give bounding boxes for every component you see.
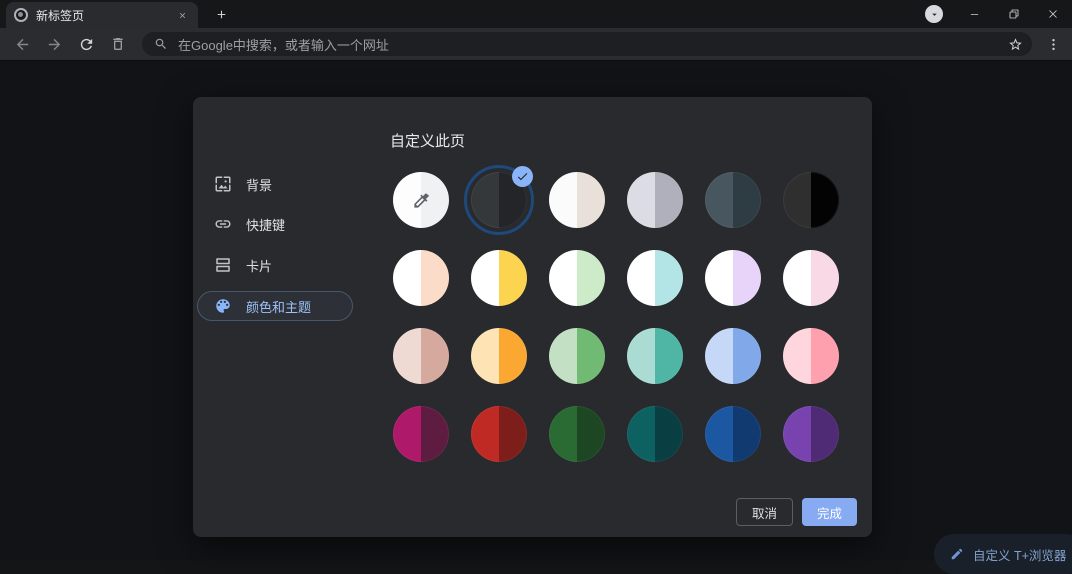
close-window-button[interactable]: [1033, 0, 1072, 28]
window-controls: [913, 0, 1072, 28]
theme-swatch[interactable]: [549, 406, 605, 462]
browser-tab[interactable]: 新标签页: [6, 2, 198, 28]
theme-swatch[interactable]: [393, 406, 449, 462]
forward-button[interactable]: [40, 30, 68, 58]
bookmark-star-icon[interactable]: [1004, 33, 1026, 55]
theme-swatch[interactable]: [783, 328, 839, 384]
theme-swatch[interactable]: [471, 406, 527, 462]
sidebar-item-label: 卡片: [246, 258, 273, 274]
pencil-icon: [950, 547, 964, 561]
selected-check-icon: [512, 166, 533, 187]
theme-swatch[interactable]: [783, 250, 839, 306]
sidebar-item-label: 颜色和主题: [246, 299, 312, 315]
sidebar-item-colors-theme[interactable]: 颜色和主题: [197, 291, 353, 321]
theme-swatch-grid: [393, 165, 839, 462]
browser-menu-icon[interactable]: [1040, 31, 1066, 57]
theme-swatch[interactable]: [783, 172, 839, 228]
theme-swatch[interactable]: [783, 406, 839, 462]
sidebar-item-cards[interactable]: 卡片: [197, 250, 353, 280]
theme-swatch[interactable]: [705, 172, 761, 228]
palette-icon: [214, 297, 232, 315]
theme-swatch[interactable]: [393, 328, 449, 384]
theme-swatch[interactable]: [471, 328, 527, 384]
omnibox-placeholder: 在Google中搜索，或者输入一个网址: [178, 37, 389, 53]
dialog-footer: 取消 完成: [735, 498, 857, 526]
restore-button[interactable]: [994, 0, 1033, 28]
omnibox[interactable]: 在Google中搜索，或者输入一个网址: [142, 32, 1032, 56]
customize-page-label: 自定义 T+浏览器: [973, 548, 1067, 563]
tab-close-icon[interactable]: [174, 7, 190, 23]
cards-icon: [214, 256, 232, 274]
minimize-button[interactable]: [955, 0, 994, 28]
wallpaper-icon: [214, 175, 232, 193]
sidebar-item-background[interactable]: 背景: [197, 169, 353, 199]
theme-swatch[interactable]: [627, 328, 683, 384]
theme-swatch[interactable]: [549, 328, 605, 384]
theme-swatch[interactable]: [627, 406, 683, 462]
reload-button[interactable]: [72, 30, 100, 58]
tab-strip: 新标签页: [0, 0, 1072, 28]
theme-swatch[interactable]: [549, 250, 605, 306]
customize-page-button[interactable]: 自定义 T+浏览器: [934, 534, 1072, 574]
done-button[interactable]: 完成: [801, 498, 857, 526]
trash-button[interactable]: [104, 30, 132, 58]
theme-swatch[interactable]: [627, 250, 683, 306]
dialog-title: 自定义此页: [390, 133, 466, 150]
theme-swatch[interactable]: [393, 250, 449, 306]
new-tab-button[interactable]: [212, 5, 230, 23]
theme-swatch[interactable]: [705, 406, 761, 462]
customize-dialog: 自定义此页 背景 快捷键 卡片 颜色和主题 取消 完成: [193, 97, 872, 537]
search-icon: [154, 37, 168, 51]
link-icon: [214, 215, 232, 233]
custom-color-picker-swatch[interactable]: [393, 172, 449, 228]
theme-swatch[interactable]: [471, 250, 527, 306]
cancel-button[interactable]: 取消: [735, 498, 793, 526]
profile-menu-button[interactable]: [913, 0, 955, 28]
theme-swatch[interactable]: [464, 165, 534, 235]
sidebar-item-shortcuts[interactable]: 快捷键: [197, 209, 353, 239]
theme-swatch[interactable]: [705, 250, 761, 306]
browser-logo-icon: [14, 8, 28, 22]
back-button[interactable]: [8, 30, 36, 58]
sidebar-item-label: 背景: [246, 177, 273, 193]
theme-swatch[interactable]: [549, 172, 605, 228]
theme-swatch[interactable]: [627, 172, 683, 228]
tab-title: 新标签页: [36, 8, 85, 23]
chevron-down-icon: [925, 5, 943, 23]
sidebar-item-label: 快捷键: [246, 217, 286, 233]
browser-toolbar: 在Google中搜索，或者输入一个网址: [0, 28, 1072, 61]
theme-swatch[interactable]: [705, 328, 761, 384]
